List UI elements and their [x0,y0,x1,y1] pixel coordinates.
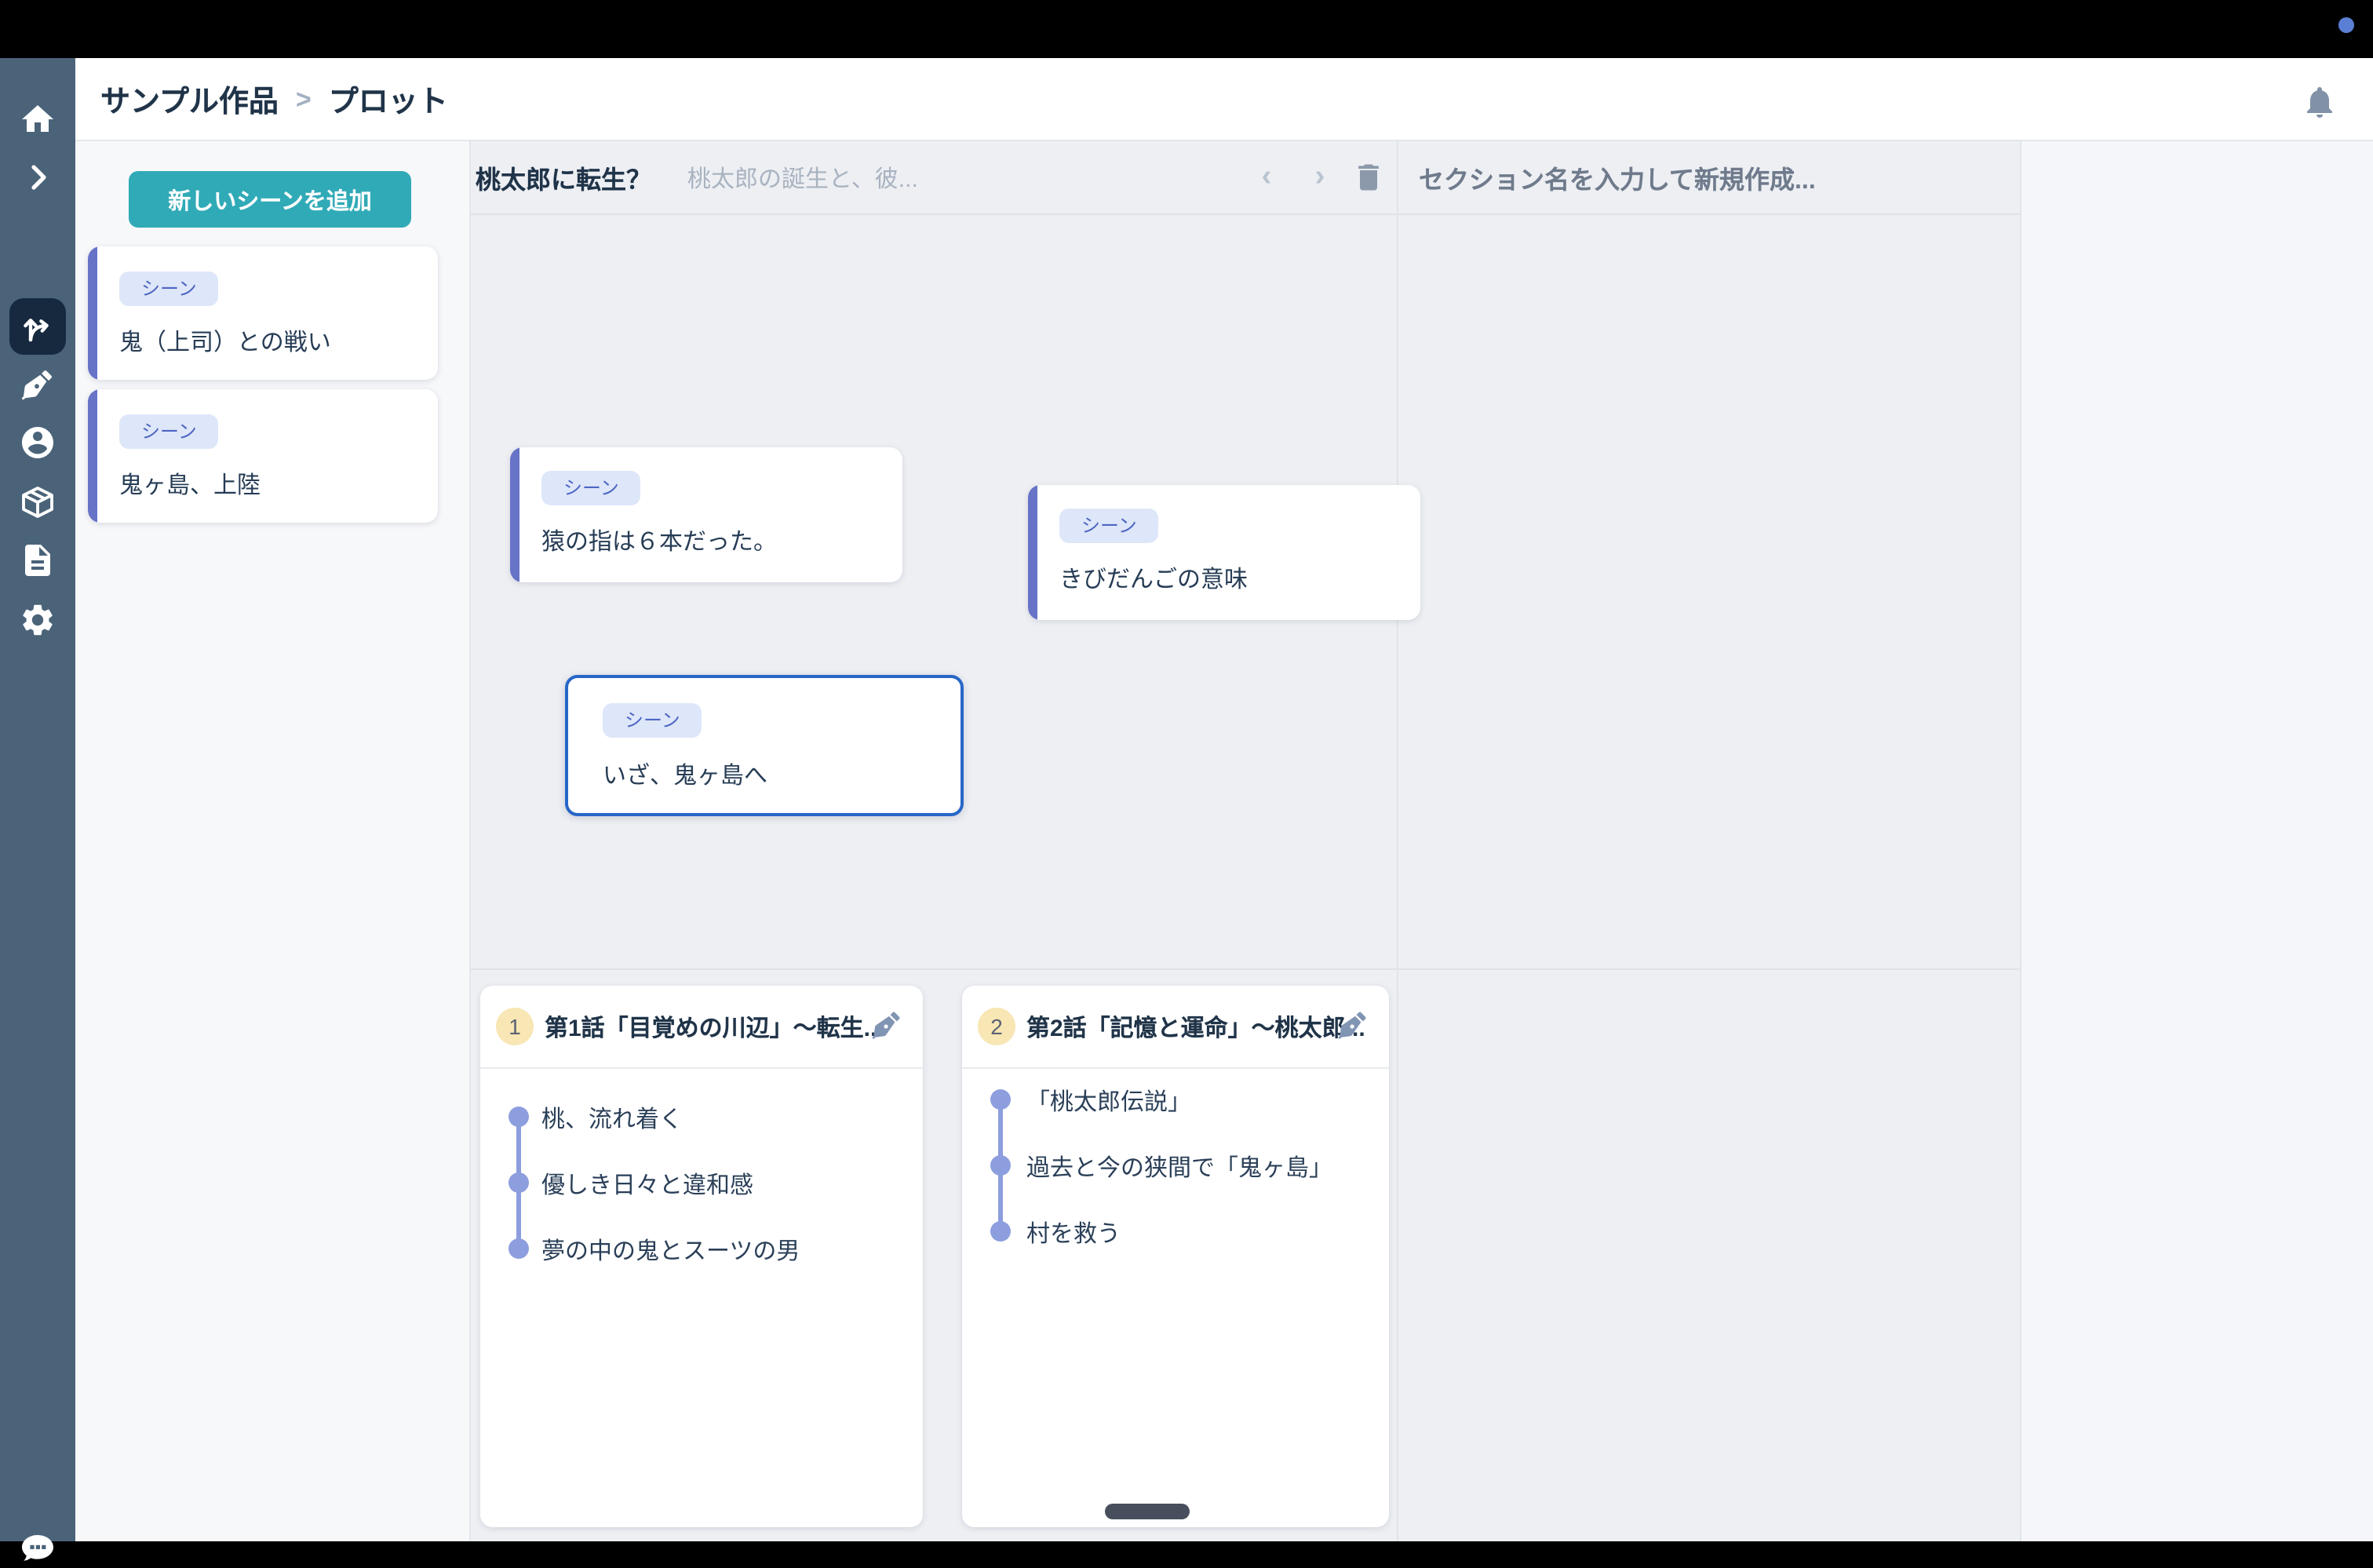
beat-dot [990,1088,1010,1109]
beat-dot [990,1154,1010,1175]
scene-badge: シーン [119,272,219,307]
plot-workspace: 桃太郎に転生？ 桃太郎の誕生と、彼... ‹ › セクション名を入力して新規作成… [471,141,2373,1541]
beat-dot [508,1172,528,1192]
prev-section-button[interactable]: ‹ [1251,162,1282,193]
canvas-scene-card[interactable]: シーン 猿の指は６本だった。 [510,447,902,582]
app-root: サンプル作品 > プロット [0,0,2373,1541]
scroll-handle[interactable] [1105,1504,1190,1519]
sidebar-item-worldbuilding[interactable] [19,483,56,521]
sidebar-item-collapse[interactable] [19,159,56,196]
section-divider [1397,141,1398,1541]
scene-list-item[interactable]: シーン 鬼ヶ島、上陸 [88,389,438,523]
episode-card[interactable]: 2 第2話「記憶と運命」〜桃太郎... 「桃太郎伝説」 過去と今の狭間で「鬼ヶ島… [962,986,1389,1527]
new-section-name-input[interactable]: セクション名を入力して新規作成... [1419,141,1816,213]
profile-icon [19,424,56,461]
beat-item[interactable]: 過去と今の狭間で「鬼ヶ島」 [1026,1150,1332,1183]
scene-badge: シーン [541,471,641,506]
divider [471,968,2020,970]
scene-title: きびだんごの意味 [1059,562,1248,595]
chat-icon [19,1530,56,1568]
scene-list-item[interactable]: シーン 鬼（上司）との戦い [88,246,438,380]
episode-title[interactable]: 第2話「記憶と運命」〜桃太郎... [1026,1011,1365,1044]
gear-icon [19,601,56,639]
episode-card[interactable]: 1 第1話「目覚めの川辺」〜転生... 桃、流れ着く 優しき日々と違和感 夢の中… [480,986,923,1527]
next-section-button[interactable]: › [1304,162,1336,193]
canvas-scene-card-selected[interactable]: シーン いざ、鬼ヶ島へ [565,675,964,816]
plot-branch-icon [19,308,56,345]
beat-item[interactable]: 桃、流れ着く [541,1102,683,1135]
breadcrumb: サンプル作品 > プロット [100,58,448,141]
cube-icon [19,483,56,521]
divider [471,213,2020,215]
card-accent-bar [88,246,97,380]
status-dot [2338,17,2354,33]
app-header: サンプル作品 > プロット [75,58,2373,141]
breadcrumb-project[interactable]: サンプル作品 [100,78,279,121]
beat-dot [508,1238,528,1258]
collapse-chevron-icon [19,159,56,196]
episode-number-badge: 1 [496,1008,534,1045]
sidebar-item-home[interactable] [19,100,56,138]
breadcrumb-separator: > [296,84,312,115]
section-title-input[interactable]: 桃太郎に転生？ [476,141,651,213]
document-icon [19,542,56,579]
sidebar-item-characters[interactable] [19,424,56,461]
fountain-pen-icon [869,1008,904,1042]
fountain-pen-icon [19,366,56,403]
notifications-button[interactable] [2301,83,2338,121]
bell-icon [2301,83,2338,121]
sidebar-item-plot[interactable] [9,298,66,355]
delete-section-button[interactable] [1351,160,1386,195]
episode-number-badge: 2 [978,1008,1015,1045]
episode-title[interactable]: 第1話「目覚めの川辺」〜転生... [545,1011,884,1044]
scene-badge: シーン [119,414,219,450]
card-accent-bar [1028,485,1037,620]
home-icon [19,100,56,138]
scene-title: いざ、鬼ヶ島へ [603,758,767,791]
card-accent-bar [510,447,519,582]
fountain-pen-icon [1336,1008,1370,1042]
beat-item[interactable]: 「桃太郎伝説」 [1026,1085,1191,1118]
section-subtitle-input[interactable]: 桃太郎の誕生と、彼... [687,141,918,213]
beat-item[interactable]: 優しき日々と違和感 [541,1168,753,1201]
breadcrumb-page: プロット [329,78,448,121]
edit-episode-button[interactable] [869,1008,904,1042]
empty-area [2020,141,2373,1541]
beat-dot [990,1220,1010,1241]
episode-header: 2 第2話「記憶と運命」〜桃太郎... [962,986,1389,1069]
card-accent-bar [88,389,97,523]
beat-dot [508,1106,528,1126]
scene-title: 鬼ヶ島、上陸 [119,468,261,501]
add-scene-button[interactable]: 新しいシーンを追加 [129,171,411,228]
sidebar-item-settings[interactable] [19,601,56,639]
episode-header: 1 第1話「目覚めの川辺」〜転生... [480,986,923,1069]
beat-item[interactable]: 村を救う [1026,1216,1121,1249]
scene-badge: シーン [603,703,702,738]
sidebar-nav [0,58,75,1541]
sidebar-item-documents[interactable] [19,542,56,579]
scene-list-panel: 新しいシーンを追加 シーン 鬼（上司）との戦い シーン 鬼ヶ島、上陸 [75,141,471,1541]
scene-title: 猿の指は６本だった。 [541,524,777,557]
scene-badge: シーン [1059,509,1159,544]
sidebar-item-support-chat[interactable] [19,1530,56,1568]
edit-episode-button[interactable] [1336,1008,1370,1042]
sidebar-item-write[interactable] [19,366,56,403]
section-divider [2020,141,2021,1541]
canvas-scene-card[interactable]: シーン きびだんごの意味 [1028,485,1420,620]
beat-item[interactable]: 夢の中の鬼とスーツの男 [541,1234,800,1267]
trash-icon [1351,160,1386,195]
system-top-bar [0,0,2373,58]
scene-title: 鬼（上司）との戦い [119,325,331,358]
